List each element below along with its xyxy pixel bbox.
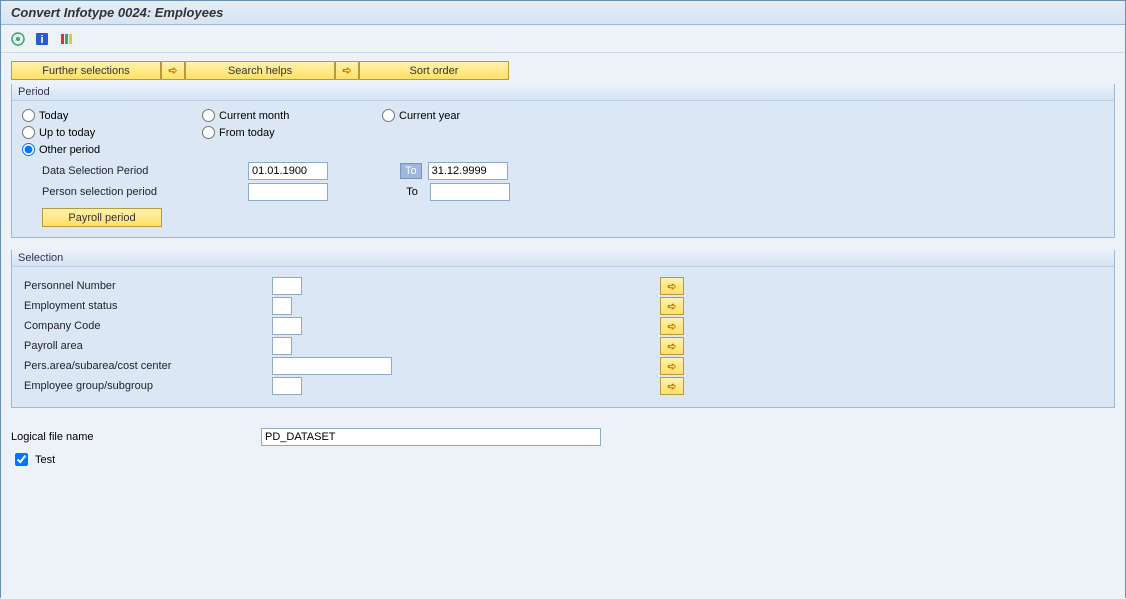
- toolbar: i: [1, 25, 1125, 53]
- multiple-selection-button[interactable]: ➪: [660, 297, 684, 315]
- multiple-selection-button[interactable]: ➪: [660, 277, 684, 295]
- radio-label: Other period: [39, 144, 100, 156]
- bottom-fields: Logical file name Test: [11, 428, 1115, 469]
- data-selection-label: Data Selection Period: [42, 165, 242, 177]
- logical-file-input[interactable]: [261, 428, 601, 446]
- radio-label: Up to today: [39, 127, 95, 139]
- to-label-highlighted: To: [400, 163, 422, 179]
- selection-field-label: Payroll area: [22, 340, 272, 352]
- test-row: Test: [11, 450, 1115, 469]
- further-selections-button[interactable]: Further selections: [11, 61, 161, 80]
- radio-up-to-today[interactable]: Up to today: [22, 126, 202, 139]
- action-buttons-row: Further selections ➪ Search helps ➪ Sort…: [11, 61, 1115, 80]
- selection-field-input[interactable]: [272, 357, 392, 375]
- person-selection-row: Person selection period To: [42, 183, 1104, 201]
- period-legend: Period: [12, 84, 1114, 101]
- svg-text:i: i: [40, 34, 43, 46]
- radio-label: Current year: [399, 110, 460, 122]
- data-selection-to-input[interactable]: [428, 162, 508, 180]
- workarea: © www.tutorialkart.com Further selection…: [1, 53, 1125, 599]
- data-selection-from-input[interactable]: [248, 162, 328, 180]
- selection-field-input[interactable]: [272, 317, 302, 335]
- selection-row: Company Code ➪: [22, 317, 1104, 335]
- variant-icon[interactable]: [57, 30, 75, 48]
- radio-current-month[interactable]: Current month: [202, 109, 382, 122]
- arrow-button-1[interactable]: ➪: [161, 61, 185, 80]
- arrow-button-2[interactable]: ➪: [335, 61, 359, 80]
- person-selection-to-input[interactable]: [430, 183, 510, 201]
- execute-icon[interactable]: [9, 30, 27, 48]
- info-icon[interactable]: i: [33, 30, 51, 48]
- selection-field-label: Personnel Number: [22, 280, 272, 292]
- selection-row: Pers.area/subarea/cost center ➪: [22, 357, 1104, 375]
- test-checkbox[interactable]: [15, 453, 28, 466]
- selection-row: Employee group/subgroup ➪: [22, 377, 1104, 395]
- multiple-selection-button[interactable]: ➪: [660, 357, 684, 375]
- sap-window: Convert Infotype 0024: Employees i © www…: [0, 0, 1126, 598]
- radio-today[interactable]: Today: [22, 109, 202, 122]
- sort-order-button[interactable]: Sort order: [359, 61, 509, 80]
- multiple-selection-button[interactable]: ➪: [660, 377, 684, 395]
- selection-legend: Selection: [12, 250, 1114, 267]
- selection-field-label: Company Code: [22, 320, 272, 332]
- selection-field-label: Pers.area/subarea/cost center: [22, 360, 272, 372]
- selection-field-input[interactable]: [272, 337, 292, 355]
- arrow-right-icon: ➪: [667, 380, 676, 393]
- test-label: Test: [35, 454, 55, 466]
- radio-other-period[interactable]: Other period: [22, 143, 202, 156]
- arrow-right-icon: ➪: [168, 64, 177, 77]
- selection-row: Employment status ➪: [22, 297, 1104, 315]
- to-label: To: [400, 186, 424, 198]
- payroll-period-button[interactable]: Payroll period: [42, 208, 162, 227]
- multiple-selection-button[interactable]: ➪: [660, 317, 684, 335]
- selection-field-input[interactable]: [272, 277, 302, 295]
- arrow-right-icon: ➪: [667, 360, 676, 373]
- radio-current-year[interactable]: Current year: [382, 109, 562, 122]
- arrow-right-icon: ➪: [667, 300, 676, 313]
- radio-from-today[interactable]: From today: [202, 126, 382, 139]
- period-group: Period Today Current month Current year …: [11, 84, 1115, 238]
- person-selection-label: Person selection period: [42, 186, 242, 198]
- arrow-right-icon: ➪: [667, 340, 676, 353]
- arrow-right-icon: ➪: [667, 320, 676, 333]
- arrow-right-icon: ➪: [342, 64, 351, 77]
- radio-label: From today: [219, 127, 275, 139]
- radio-label: Today: [39, 110, 68, 122]
- data-selection-row: Data Selection Period To: [42, 162, 1104, 180]
- selection-group: Selection Personnel Number➪Employment st…: [11, 250, 1115, 408]
- selection-row: Personnel Number ➪: [22, 277, 1104, 295]
- selection-row: Payroll area ➪: [22, 337, 1104, 355]
- selection-field-input[interactable]: [272, 297, 292, 315]
- search-helps-button[interactable]: Search helps: [185, 61, 335, 80]
- period-radio-grid: Today Current month Current year Up to t…: [22, 109, 1104, 156]
- selection-field-label: Employee group/subgroup: [22, 380, 272, 392]
- person-selection-from-input[interactable]: [248, 183, 328, 201]
- radio-label: Current month: [219, 110, 289, 122]
- window-title: Convert Infotype 0024: Employees: [1, 1, 1125, 25]
- multiple-selection-button[interactable]: ➪: [660, 337, 684, 355]
- selection-field-input[interactable]: [272, 377, 302, 395]
- arrow-right-icon: ➪: [667, 280, 676, 293]
- logical-file-row: Logical file name: [11, 428, 1115, 446]
- selection-field-label: Employment status: [22, 300, 272, 312]
- logical-file-label: Logical file name: [11, 431, 261, 443]
